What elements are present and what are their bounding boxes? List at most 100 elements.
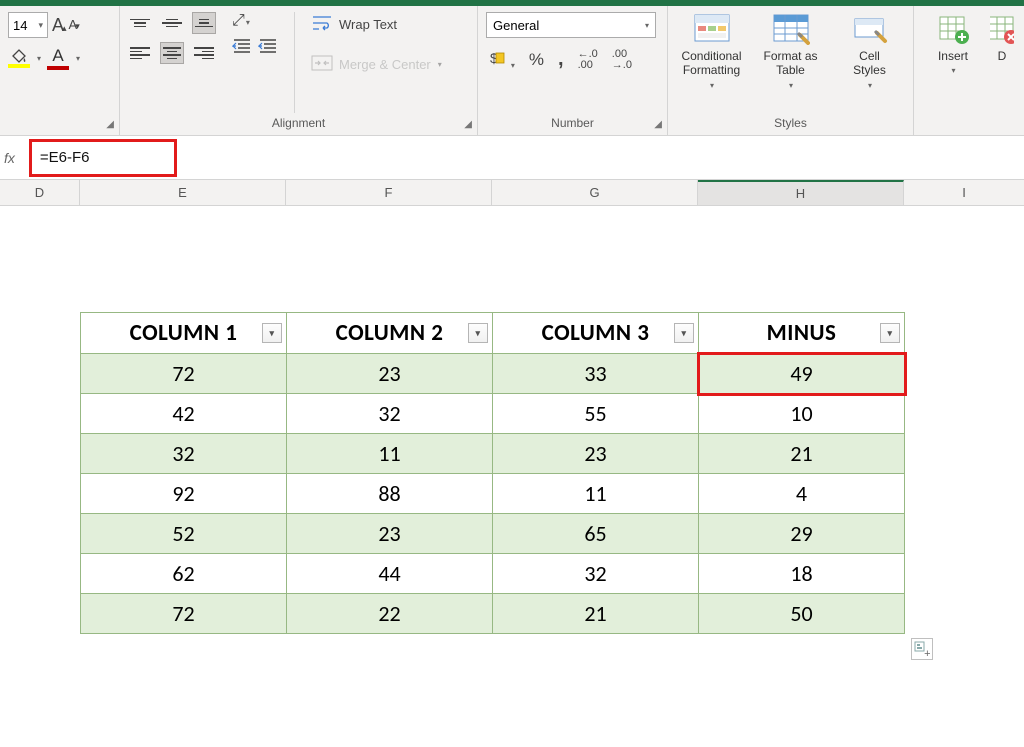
table-cell[interactable]: 18 xyxy=(699,554,905,594)
number-format-value: General xyxy=(493,18,539,33)
table-cell[interactable]: 44 xyxy=(287,554,493,594)
filter-dropdown-icon[interactable]: ▾ xyxy=(674,323,694,343)
decrease-decimal-button[interactable]: .00→.0 xyxy=(612,49,632,71)
data-table: COLUMN 1▾COLUMN 2▾COLUMN 3▾MINUS▾ 722333… xyxy=(80,312,905,634)
fx-icon[interactable]: fx xyxy=(4,150,15,166)
table-cell[interactable]: 23 xyxy=(287,514,493,554)
wrap-text-button[interactable]: Wrap Text xyxy=(311,14,442,35)
increase-decimal-button[interactable]: ←.0.00 xyxy=(578,49,598,71)
table-header-cell[interactable]: COLUMN 3▾ xyxy=(493,313,699,354)
decrease-indent-button[interactable] xyxy=(232,38,252,59)
merge-center-button[interactable]: Merge & Center ▾ xyxy=(311,55,442,74)
table-cell[interactable]: 50 xyxy=(699,594,905,634)
insert-label: Insert xyxy=(938,49,968,63)
increase-indent-button[interactable] xyxy=(258,38,278,59)
table-cell[interactable]: 22 xyxy=(287,594,493,634)
ribbon-group-cells: Insert ▾ D xyxy=(914,6,1022,135)
col-header-f[interactable]: F xyxy=(286,180,492,205)
table-header-cell[interactable]: MINUS▾ xyxy=(699,313,905,354)
insert-icon xyxy=(933,12,973,46)
formula-bar: fx =E6-F6 xyxy=(0,136,1024,180)
table-row: 42325510 xyxy=(81,394,905,434)
increase-font-size-button[interactable]: A▴ xyxy=(52,15,65,36)
font-color-a-icon: A xyxy=(52,46,63,66)
percent-format-button[interactable]: % xyxy=(529,50,544,70)
font-color-swatch xyxy=(47,66,69,70)
chevron-down-icon: ▾ xyxy=(868,81,872,90)
decrease-font-size-button[interactable]: A▾ xyxy=(69,16,78,34)
group-label-alignment: Alignment xyxy=(128,113,469,133)
table-row: 62443218 xyxy=(81,554,905,594)
table-cell[interactable]: 92 xyxy=(81,474,287,514)
table-cell[interactable]: 72 xyxy=(81,594,287,634)
dialog-launcher-icon[interactable]: ◢ xyxy=(654,119,662,130)
table-cell[interactable]: 88 xyxy=(287,474,493,514)
chevron-down-icon[interactable]: ▾ xyxy=(37,54,41,63)
table-cell[interactable]: 11 xyxy=(493,474,699,514)
delete-icon xyxy=(990,12,1014,46)
cell-styles-button[interactable]: Cell Styles ▾ xyxy=(834,12,905,90)
table-cell[interactable]: 23 xyxy=(287,354,493,394)
formula-input[interactable]: =E6-F6 xyxy=(40,149,90,166)
table-cell[interactable]: 49 xyxy=(699,354,905,394)
currency-format-button[interactable]: $ ▾ xyxy=(486,48,515,71)
col-header-e[interactable]: E xyxy=(80,180,286,205)
font-size-select[interactable]: 14 ▾ xyxy=(8,12,48,38)
delete-button-partial[interactable]: D xyxy=(990,12,1014,63)
table-cell[interactable]: 33 xyxy=(493,354,699,394)
chevron-down-icon: ▾ xyxy=(951,66,955,75)
delete-partial-label: D xyxy=(998,49,1007,63)
col-header-d[interactable]: D xyxy=(0,180,80,205)
dialog-launcher-icon[interactable]: ◢ xyxy=(106,119,114,130)
table-cell[interactable]: 42 xyxy=(81,394,287,434)
number-format-select[interactable]: General ▾ xyxy=(486,12,656,38)
align-top-button[interactable] xyxy=(128,12,152,34)
table-cell[interactable]: 4 xyxy=(699,474,905,514)
chevron-down-icon[interactable]: ▾ xyxy=(76,54,80,63)
table-header-cell[interactable]: COLUMN 2▾ xyxy=(287,313,493,354)
dialog-launcher-icon[interactable]: ◢ xyxy=(464,119,472,130)
table-cell[interactable]: 32 xyxy=(493,554,699,594)
orientation-button[interactable]: ⤢▾ xyxy=(232,12,278,30)
table-cell[interactable]: 52 xyxy=(81,514,287,554)
table-cell[interactable]: 62 xyxy=(81,554,287,594)
table-cell[interactable]: 11 xyxy=(287,434,493,474)
ribbon-group-number: General ▾ $ ▾ % , ←.0.00 .00→.0 xyxy=(478,6,668,135)
table-cell[interactable]: 21 xyxy=(493,594,699,634)
table-cell[interactable]: 32 xyxy=(287,394,493,434)
table-cell[interactable]: 32 xyxy=(81,434,287,474)
fill-color-button[interactable] xyxy=(8,48,30,68)
insert-button[interactable]: Insert ▾ xyxy=(922,12,984,75)
filter-dropdown-icon[interactable]: ▾ xyxy=(880,323,900,343)
chevron-down-icon: ▾ xyxy=(645,21,649,30)
filter-dropdown-icon[interactable]: ▾ xyxy=(468,323,488,343)
worksheet-area[interactable]: COLUMN 1▾COLUMN 2▾COLUMN 3▾MINUS▾ 722333… xyxy=(0,206,1024,746)
autofill-options-button[interactable]: + xyxy=(911,638,933,660)
comma-format-button[interactable]: , xyxy=(558,48,564,71)
table-cell[interactable]: 29 xyxy=(699,514,905,554)
align-middle-button[interactable] xyxy=(160,12,184,34)
merge-center-label: Merge & Center xyxy=(339,57,431,72)
formula-input-highlight: =E6-F6 xyxy=(29,139,177,177)
ribbon-group-font: 14 ▾ A▴ A▾ ▾ A xyxy=(0,6,120,135)
align-right-button[interactable] xyxy=(192,42,216,64)
table-cell[interactable]: 10 xyxy=(699,394,905,434)
table-cell[interactable]: 65 xyxy=(493,514,699,554)
align-left-button[interactable] xyxy=(128,42,152,64)
filter-dropdown-icon[interactable]: ▾ xyxy=(262,323,282,343)
font-color-button[interactable]: A xyxy=(47,46,69,70)
cell-styles-label: Cell Styles xyxy=(853,49,886,78)
col-header-g[interactable]: G xyxy=(492,180,698,205)
table-cell[interactable]: 21 xyxy=(699,434,905,474)
ribbon-group-alignment: ⤢▾ Wrap Text xyxy=(120,6,478,135)
table-header-cell[interactable]: COLUMN 1▾ xyxy=(81,313,287,354)
align-bottom-button[interactable] xyxy=(192,12,216,34)
conditional-formatting-button[interactable]: Conditional Formatting ▾ xyxy=(676,12,747,90)
col-header-i[interactable]: I xyxy=(904,180,1024,205)
col-header-h[interactable]: H xyxy=(698,180,904,205)
table-cell[interactable]: 72 xyxy=(81,354,287,394)
format-as-table-button[interactable]: Format as Table ▾ xyxy=(755,12,826,90)
align-center-button[interactable] xyxy=(160,42,184,64)
table-cell[interactable]: 23 xyxy=(493,434,699,474)
table-cell[interactable]: 55 xyxy=(493,394,699,434)
